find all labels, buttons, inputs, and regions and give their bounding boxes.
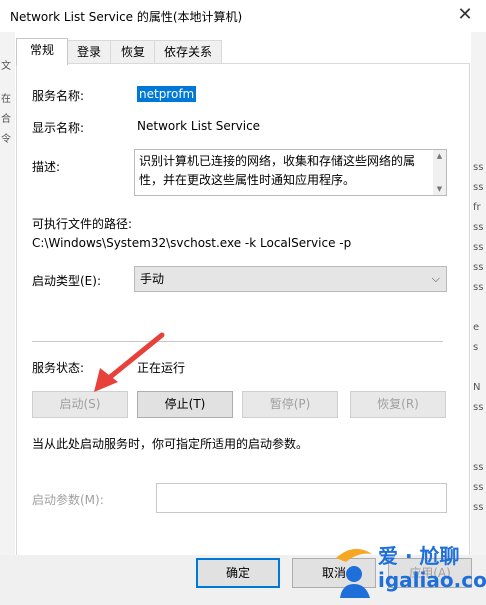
background-window-left-edge: 文 在 合 令 — [0, 32, 15, 605]
tab-general[interactable]: 常规 — [16, 38, 68, 65]
display-name-label: 显示名称: — [32, 121, 85, 135]
window-title: Network List Service 的属性(本地计算机) — [10, 10, 243, 24]
bg-right-char: ss — [473, 402, 484, 413]
startup-type-select[interactable]: 手动 ⌵ — [134, 266, 447, 292]
bg-right-char: ss — [473, 482, 484, 493]
pause-button[interactable]: 暂停(P) — [242, 391, 338, 418]
bg-left-char: 合 — [1, 114, 11, 125]
watermark-emblem — [336, 548, 372, 598]
description-label: 描述: — [32, 160, 61, 174]
title-bar[interactable]: Network List Service 的属性(本地计算机) ✕ — [0, 0, 486, 32]
bg-right-char: fr — [473, 202, 481, 213]
description-text: 识别计算机已连接的网络，收集和存储这些网络的属性，并在更改这些属性时通知应用程序… — [139, 154, 416, 187]
bg-right-char: s — [473, 342, 479, 353]
start-button[interactable]: 启动(S) — [32, 391, 128, 418]
chevron-down-icon[interactable]: ⌵ — [432, 267, 440, 291]
bg-left-char: 文 — [1, 61, 11, 72]
tab-recovery[interactable]: 恢复 — [110, 40, 156, 63]
bg-right-char: ss — [473, 222, 484, 233]
startup-params-hint: 当从此处启动服务时，你可指定所适用的启动参数。 — [32, 437, 309, 451]
stop-button[interactable]: 停止(T) — [137, 391, 233, 418]
watermark-domain: igaliao.com — [378, 568, 486, 592]
bg-left-char: 令 — [1, 134, 11, 145]
bg-right-char: ss — [473, 502, 484, 513]
startup-type-value: 手动 — [140, 272, 165, 286]
resume-button[interactable]: 恢复(R) — [350, 391, 446, 418]
bg-right-char: ss — [473, 262, 484, 273]
ok-button[interactable]: 确定 — [196, 558, 280, 588]
bg-right-char: ss — [473, 462, 484, 473]
watermark-title: 爱 · 尬聊 — [378, 544, 460, 568]
exe-path-value[interactable]: C:\Windows\System32\svchost.exe -k Local… — [32, 236, 351, 250]
tab-logon[interactable]: 登录 — [66, 40, 112, 63]
tab-dependencies[interactable]: 依存关系 — [154, 40, 222, 63]
bg-right-char: N — [473, 382, 481, 393]
scroll-up-icon[interactable]: ▲ — [433, 150, 446, 162]
service-status-label: 服务状态: — [32, 361, 85, 375]
service-name-label: 服务名称: — [32, 89, 85, 103]
bg-right-char: ss — [473, 282, 484, 293]
bg-right-char: ss — [473, 242, 484, 253]
bg-left-char: 在 — [1, 94, 11, 105]
display-name-value[interactable]: Network List Service — [137, 119, 260, 133]
description-scrollbar[interactable]: ▲ ▼ — [433, 150, 446, 195]
bg-right-char: e — [473, 322, 480, 333]
startup-params-label: 启动参数(M): — [32, 493, 104, 507]
close-icon[interactable]: ✕ — [452, 2, 478, 28]
startup-params-input[interactable] — [156, 483, 447, 513]
red-arrow-annotation — [94, 332, 165, 392]
service-name-value[interactable]: netprofm — [137, 86, 197, 102]
bg-right-char: ss — [473, 182, 484, 193]
startup-type-label: 启动类型(E): — [32, 274, 101, 288]
watermark-logo: 爱 · 尬聊 igaliao.com — [330, 536, 486, 605]
tab-panel-general — [16, 63, 470, 593]
bg-right-char: ss — [473, 162, 484, 173]
scroll-down-icon[interactable]: ▼ — [433, 183, 446, 195]
exe-path-label: 可执行文件的路径: — [32, 217, 133, 231]
description-textbox[interactable]: 识别计算机已连接的网络，收集和存储这些网络的属性，并在更改这些属性时通知应用程序… — [134, 149, 447, 196]
background-window-right-edge: ss ss fr ss ss ss ss e s N ss ss ss ss — [471, 32, 486, 605]
